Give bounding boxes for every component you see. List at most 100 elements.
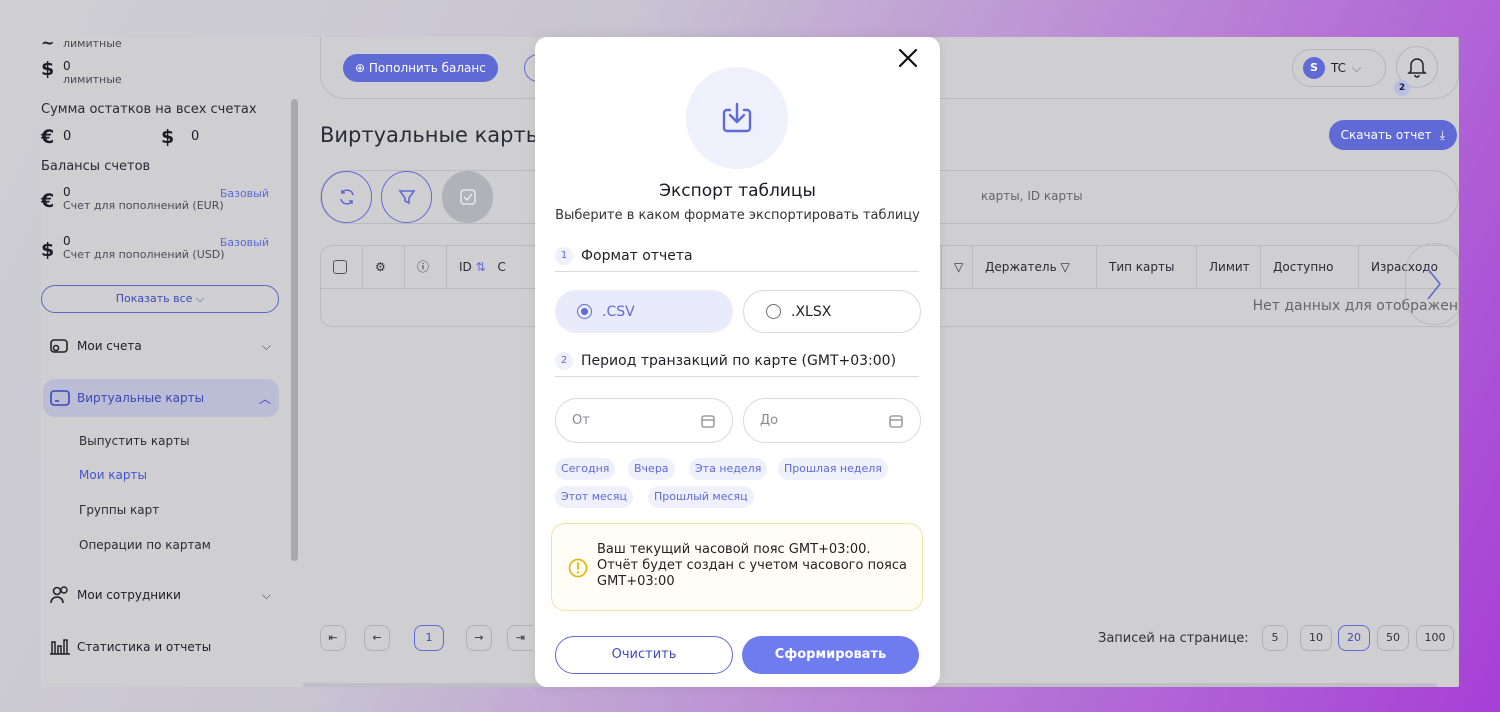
warning-icon bbox=[568, 558, 588, 578]
page-current[interactable]: 1 bbox=[414, 625, 444, 651]
users-icon bbox=[43, 585, 77, 605]
column-label: Держатель bbox=[985, 260, 1057, 274]
step-number: 1 bbox=[555, 246, 573, 265]
dollar-icon: $ bbox=[41, 58, 55, 80]
chip-this-week[interactable]: Эта неделя bbox=[689, 458, 768, 480]
refresh-icon bbox=[339, 189, 354, 205]
page-size-option-active[interactable]: 20 bbox=[1338, 625, 1370, 651]
clear-button[interactable]: Очистить bbox=[555, 636, 733, 674]
dollar-icon: $ bbox=[41, 239, 55, 261]
info-icon[interactable]: ⓘ bbox=[405, 246, 447, 288]
nav-statistics[interactable]: Статистика и отчеты bbox=[43, 628, 279, 666]
format-label: .XLSX bbox=[791, 303, 832, 320]
account-name: Счет для пополнений (USD) bbox=[63, 248, 225, 261]
step-period: 2 Период транзакций по карте (GMT+03:00) bbox=[555, 345, 919, 377]
card-icon bbox=[43, 389, 77, 407]
format-xlsx-option[interactable]: .XLSX bbox=[743, 290, 921, 333]
page-size-option[interactable]: 5 bbox=[1262, 625, 1288, 651]
sort-icon: ⇅ bbox=[475, 260, 486, 274]
first-page-button[interactable]: ⇤ bbox=[320, 625, 346, 651]
download-icon bbox=[722, 102, 752, 133]
accounts-title: Балансы счетов bbox=[41, 159, 151, 174]
column-limit[interactable]: Лимит bbox=[1197, 246, 1261, 288]
refresh-button[interactable] bbox=[321, 171, 372, 223]
chip-yesterday[interactable]: Вчера bbox=[628, 458, 675, 480]
pagination: ⇤ ← 1 → ⇥ bbox=[320, 625, 533, 651]
chip-last-month[interactable]: Прошлый месяц bbox=[648, 486, 754, 508]
user-name: TC bbox=[1331, 61, 1347, 75]
wallet-icon bbox=[43, 337, 77, 355]
step-format: 1 Формат отчета bbox=[555, 240, 919, 272]
select-all-checkbox[interactable] bbox=[321, 246, 363, 288]
search-input[interactable]: карты, ID карты bbox=[981, 189, 1083, 203]
generate-button[interactable]: Сформировать bbox=[742, 636, 919, 674]
column-holder[interactable]: Держатель ▽ bbox=[973, 246, 1097, 288]
plus-circle-icon: ⊕ bbox=[355, 61, 366, 75]
sidebar-scrollbar[interactable] bbox=[291, 99, 298, 561]
page-size-option[interactable]: 100 bbox=[1416, 625, 1454, 651]
download-report-button[interactable]: Скачать отчет ⤓ bbox=[1328, 120, 1457, 150]
notification-badge: 2 bbox=[1394, 80, 1410, 96]
modal-title: Экспорт таблицы bbox=[659, 181, 816, 201]
filter-icon: ▽ bbox=[1060, 260, 1070, 274]
scroll-right-button[interactable] bbox=[1405, 243, 1459, 325]
column-id[interactable]: ID ⇅ С bbox=[447, 246, 537, 288]
last-page-button[interactable]: ⇥ bbox=[507, 625, 533, 651]
subnav-card-operations[interactable]: Операции по картам bbox=[79, 538, 211, 552]
filter-reset-button[interactable] bbox=[381, 171, 432, 223]
date-to-input[interactable]: До bbox=[743, 398, 921, 443]
date-from-input[interactable]: От bbox=[555, 398, 733, 443]
account-eur[interactable]: € 0 Счет для пополнений (EUR) Базовый bbox=[41, 185, 281, 213]
filter-icon[interactable]: ▽ bbox=[941, 246, 973, 288]
warning-text: Ваш текущий часовой пояс GMT+03:00. Отчё… bbox=[597, 542, 907, 589]
date-to-placeholder: До bbox=[760, 413, 779, 428]
page-title: Виртуальные карты bbox=[320, 123, 543, 147]
chip-last-week[interactable]: Прошлая неделя bbox=[778, 458, 888, 480]
account-tag: Базовый bbox=[219, 236, 269, 249]
topup-label: Пополнить баланс bbox=[368, 61, 486, 75]
download-icon: ⤓ bbox=[1439, 128, 1445, 142]
total-eur-value: 0 bbox=[63, 129, 72, 144]
calendar-icon bbox=[889, 414, 903, 428]
subnav-my-cards[interactable]: Мои карты bbox=[79, 468, 147, 482]
page-size-option[interactable]: 50 bbox=[1377, 625, 1409, 651]
next-page-button[interactable]: → bbox=[466, 625, 492, 651]
account-usd[interactable]: $ 0 Счет для пополнений (USD) Базовый bbox=[41, 234, 281, 262]
select-button[interactable] bbox=[442, 171, 493, 223]
nav-employees[interactable]: Мои сотрудники ⌵ bbox=[43, 576, 279, 614]
radio-unchecked-icon bbox=[766, 304, 781, 319]
prev-page-button[interactable]: ← bbox=[364, 625, 390, 651]
radio-checked-icon bbox=[577, 304, 592, 319]
modal-subtitle: Выберите в каком формате экспортировать … bbox=[555, 208, 920, 223]
topup-balance-button[interactable]: ⊕ Пополнить баланс bbox=[343, 54, 498, 82]
chevron-down-icon: ⌵ bbox=[195, 292, 205, 305]
subnav-issue-cards[interactable]: Выпустить карты bbox=[79, 434, 190, 448]
chip-today[interactable]: Сегодня bbox=[555, 458, 616, 480]
column-label-cut: С bbox=[497, 260, 506, 274]
chevron-down-icon: ⌵ bbox=[1352, 60, 1362, 75]
settings-icon[interactable]: ⚙ bbox=[363, 246, 405, 288]
column-available[interactable]: Доступно bbox=[1261, 246, 1359, 288]
chip-this-month[interactable]: Этот месяц bbox=[555, 486, 633, 508]
per-page-label: Записей на странице: bbox=[1098, 631, 1249, 646]
chevron-up-icon: ︿ bbox=[258, 391, 271, 406]
sidebar: ~ лимитные $ 0 лимитные Сумма остатков н… bbox=[41, 37, 291, 687]
account-value: 0 bbox=[63, 234, 71, 248]
balance-limit-usd: $ 0 лимитные bbox=[41, 59, 122, 87]
show-all-button[interactable]: Показать все ⌵ bbox=[41, 285, 279, 313]
format-csv-option[interactable]: .CSV bbox=[555, 290, 733, 333]
format-label: .CSV bbox=[602, 303, 635, 320]
subnav-card-groups[interactable]: Группы карт bbox=[79, 503, 159, 517]
nav-label: Виртуальные карты bbox=[77, 391, 205, 405]
nav-my-accounts[interactable]: Мои счета ⌵ bbox=[43, 327, 279, 365]
calendar-icon bbox=[701, 414, 715, 428]
nav-virtual-cards[interactable]: Виртуальные карты ︿ bbox=[43, 379, 279, 417]
chevron-down-icon: ⌵ bbox=[261, 587, 271, 602]
user-menu[interactable]: S TC ⌵ bbox=[1292, 49, 1386, 87]
account-name: Счет для пополнений (EUR) bbox=[63, 199, 224, 212]
close-icon bbox=[898, 48, 918, 68]
show-all-label: Показать все bbox=[115, 292, 193, 305]
page-size-option[interactable]: 10 bbox=[1300, 625, 1332, 651]
column-card-type[interactable]: Тип карты bbox=[1097, 246, 1197, 288]
close-button[interactable] bbox=[893, 41, 923, 71]
